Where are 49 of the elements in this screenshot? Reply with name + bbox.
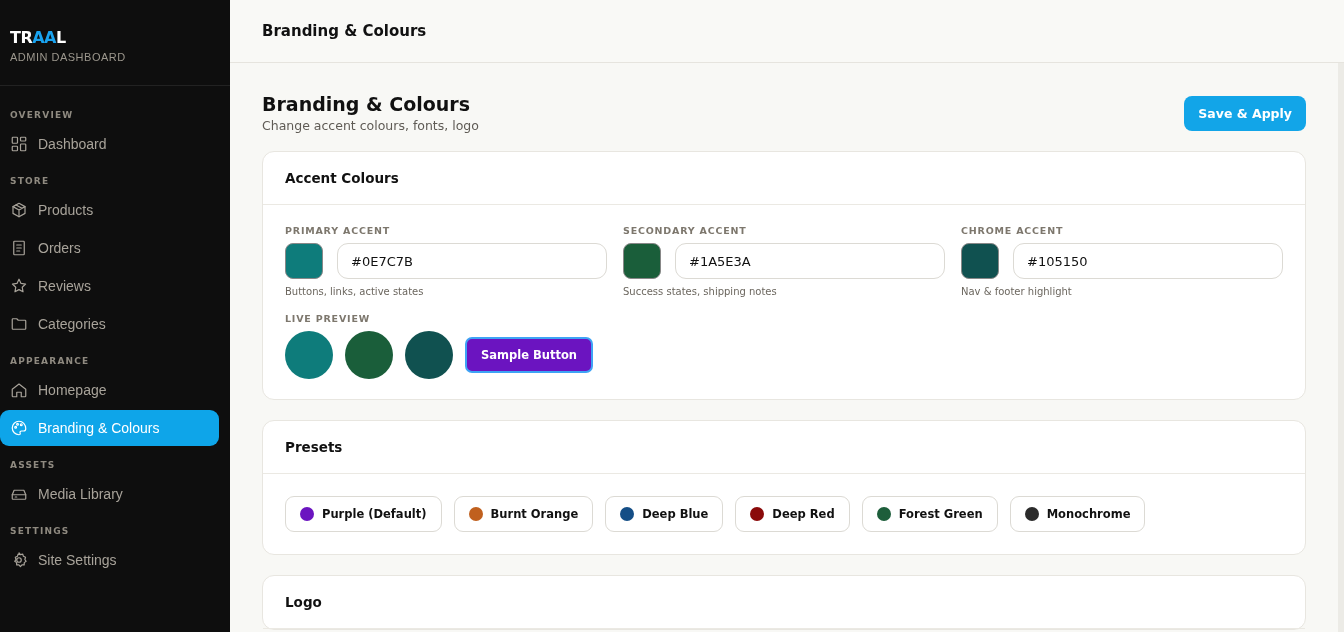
nav-item[interactable]: Products — [0, 192, 219, 228]
nav-section-label: APPEARANCE — [9, 355, 91, 368]
preset-button[interactable]: Monochrome — [1009, 496, 1146, 532]
nav-icon — [10, 201, 28, 219]
nav-icon — [10, 277, 28, 295]
colour-swatch[interactable] — [285, 243, 323, 279]
field-hint: Nav & footer highlight — [961, 286, 1073, 297]
nav-icon — [10, 419, 28, 437]
preview-label: LIVE PREVIEW — [285, 313, 371, 324]
nav-icon — [10, 135, 28, 153]
colour-swatch[interactable] — [623, 243, 661, 279]
nav-item[interactable]: Reviews — [0, 268, 219, 304]
nav-item[interactable]: Dashboard — [0, 126, 219, 162]
nav-section-label: OVERVIEW — [9, 109, 75, 122]
preset-button[interactable]: Purple (Default) — [285, 496, 442, 532]
field-label: PRIMARY ACCENT — [285, 225, 392, 236]
preset-button[interactable]: Forest Green — [861, 496, 998, 532]
nav-item[interactable]: Media Library — [0, 476, 219, 512]
nav-section-label: ASSETS — [9, 459, 57, 472]
logo: TRAAL — [10, 28, 66, 47]
nav-section-label: SETTINGS — [9, 525, 71, 538]
card-title: Logo — [285, 594, 323, 610]
header-title: Branding & Colours — [262, 22, 427, 40]
page-title: Branding & Colours — [262, 93, 471, 115]
logo-subtitle: ADMIN DASHBOARD — [10, 51, 126, 63]
nav-item[interactable]: Site Settings — [0, 542, 219, 578]
nav-item[interactable]: Orders — [0, 230, 219, 266]
card-title: Accent Colours — [285, 170, 400, 186]
preset-button[interactable]: Burnt Orange — [453, 496, 594, 532]
sample-button[interactable]: Sample Button — [465, 337, 594, 373]
preset-button[interactable]: Deep Blue — [605, 496, 724, 532]
nav-icon — [10, 381, 28, 399]
page-subtitle: Change accent colours, fonts, logo — [262, 118, 479, 133]
nav-section-label: STORE — [9, 175, 51, 188]
nav-icon — [10, 315, 28, 333]
nav-icon — [10, 239, 28, 257]
hex-input-field[interactable]: #0E7C7B — [337, 243, 607, 279]
nav-item[interactable]: Categories — [0, 306, 219, 342]
card-title: Presets — [285, 439, 344, 455]
colour-swatch[interactable] — [961, 243, 999, 279]
preset-button[interactable]: Deep Red — [735, 496, 850, 532]
field-label: CHROME ACCENT — [961, 225, 1065, 236]
field-hint: Buttons, links, active states — [285, 286, 425, 297]
field-hint: Success states, shipping notes — [623, 286, 778, 297]
scrollbar[interactable] — [1338, 63, 1344, 632]
nav-item[interactable]: Homepage — [0, 372, 219, 408]
hex-input-field[interactable]: #105150 — [1013, 243, 1283, 279]
hex-input-field[interactable]: #1A5E3A — [675, 243, 945, 279]
field-label: SECONDARY ACCENT — [623, 225, 748, 236]
